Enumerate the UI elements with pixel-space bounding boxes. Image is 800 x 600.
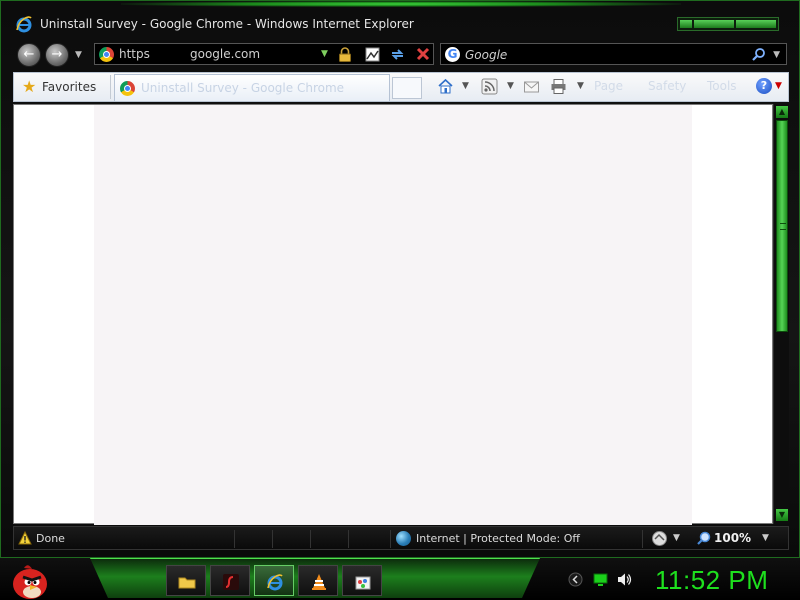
maximize-button[interactable] [694, 20, 734, 28]
search-placeholder: Google [465, 48, 508, 62]
star-icon: ★ [22, 77, 37, 96]
chrome-icon [99, 47, 114, 62]
navigation-bar: ← → ▼ https google.com ▼ G Google ▼ [1, 41, 800, 69]
window-top-glow [121, 1, 681, 7]
tab-title: Uninstall Survey - Google Chrome [141, 81, 345, 95]
address-dropdown-icon[interactable]: ▼ [321, 49, 328, 59]
flash-player-icon [223, 574, 239, 590]
home-dropdown-icon[interactable]: ▼ [462, 81, 469, 91]
volume-icon[interactable] [617, 572, 632, 587]
address-bar[interactable]: https google.com ▼ [94, 43, 434, 65]
scrollbar-thumb[interactable] [776, 120, 788, 332]
search-options-dropdown[interactable]: ▼ [773, 50, 780, 60]
offline-dropdown-icon[interactable]: ▼ [673, 533, 680, 543]
command-bar: ★ Favorites Uninstall Survey - Google Ch… [13, 72, 789, 102]
safety-menu[interactable]: Safety [648, 79, 686, 93]
vlc-icon [312, 574, 326, 590]
status-divider [390, 530, 391, 548]
page-content [94, 105, 692, 525]
taskbar-clock[interactable]: 11:52 PM [655, 565, 768, 596]
search-icon[interactable] [751, 47, 766, 62]
zoom-icon[interactable] [697, 531, 711, 545]
tab-chrome-icon [120, 81, 135, 96]
taskbar-item-vlc[interactable] [298, 565, 338, 596]
start-button-angry-bird-icon[interactable] [8, 560, 50, 600]
tab-active[interactable]: Uninstall Survey - Google Chrome [114, 74, 390, 101]
forward-arrow-icon: → [51, 47, 63, 62]
taskbar-item-internet-explorer[interactable] [254, 565, 294, 596]
ie-window: Uninstall Survey - Google Chrome - Windo… [0, 0, 800, 558]
stop-icon[interactable] [416, 47, 430, 61]
taskbar-item-folder[interactable] [166, 565, 206, 596]
help-dropdown-icon[interactable]: ▼ [775, 81, 782, 91]
security-zone-text[interactable]: Internet | Protected Mode: Off [416, 532, 580, 545]
page-menu[interactable]: Page [594, 79, 623, 93]
window-controls [677, 17, 779, 31]
status-text: Done [36, 532, 65, 545]
globe-icon [396, 531, 411, 546]
scrollbar-grip [780, 223, 786, 230]
status-bar: Done Internet | Protected Mode: Off ▼ 10… [13, 526, 789, 550]
refresh-icon[interactable] [390, 47, 405, 62]
window-title: Uninstall Survey - Google Chrome - Windo… [40, 17, 414, 31]
status-divider [272, 530, 273, 548]
address-host: google.com [190, 47, 261, 61]
network-icon[interactable] [593, 572, 608, 587]
recent-pages-dropdown[interactable]: ▼ [75, 50, 82, 60]
status-divider [348, 530, 349, 548]
tray-chevron-icon[interactable] [568, 572, 583, 587]
favorites-label: Favorites [42, 80, 97, 94]
home-icon[interactable] [437, 78, 454, 95]
status-divider [234, 530, 235, 548]
favorites-button[interactable]: ★ Favorites [16, 75, 111, 99]
new-tab-button[interactable] [392, 77, 422, 99]
feeds-icon[interactable] [481, 78, 498, 95]
lock-icon[interactable] [338, 47, 352, 62]
status-divider [310, 530, 311, 548]
title-bar[interactable]: Uninstall Survey - Google Chrome - Windo… [1, 9, 800, 39]
mail-icon[interactable] [523, 78, 540, 95]
print-icon[interactable] [550, 78, 567, 95]
minimize-button[interactable] [680, 20, 692, 28]
compatibility-view-icon[interactable] [365, 47, 380, 62]
tools-menu[interactable]: Tools [707, 79, 737, 93]
warning-icon [18, 531, 32, 545]
vertical-scrollbar[interactable]: ▲ ▼ [773, 104, 789, 524]
work-offline-icon[interactable] [651, 530, 668, 547]
print-dropdown-icon[interactable]: ▼ [577, 81, 584, 91]
internet-explorer-icon [16, 16, 32, 33]
page-viewport [13, 104, 773, 525]
address-scheme: https [119, 47, 150, 61]
help-icon[interactable]: ? [756, 78, 772, 94]
taskbar-item-flash[interactable] [210, 565, 250, 596]
zoom-dropdown-icon[interactable]: ▼ [762, 533, 769, 543]
scroll-down-arrow-icon[interactable]: ▼ [776, 509, 788, 521]
google-icon: G [445, 47, 460, 62]
taskbar-item-paint[interactable] [342, 565, 382, 596]
paint-icon [355, 576, 371, 590]
zoom-level[interactable]: 100% [714, 531, 751, 545]
internet-explorer-icon [267, 574, 283, 591]
feeds-dropdown-icon[interactable]: ▼ [507, 81, 514, 91]
status-divider [642, 530, 643, 548]
back-arrow-icon: ← [23, 47, 35, 62]
scroll-up-arrow-icon[interactable]: ▲ [776, 106, 788, 118]
folder-icon [178, 577, 196, 589]
close-button[interactable] [736, 20, 776, 28]
back-button[interactable]: ← [17, 43, 41, 67]
search-box[interactable]: G Google ▼ [440, 43, 787, 65]
forward-button[interactable]: → [45, 43, 69, 67]
